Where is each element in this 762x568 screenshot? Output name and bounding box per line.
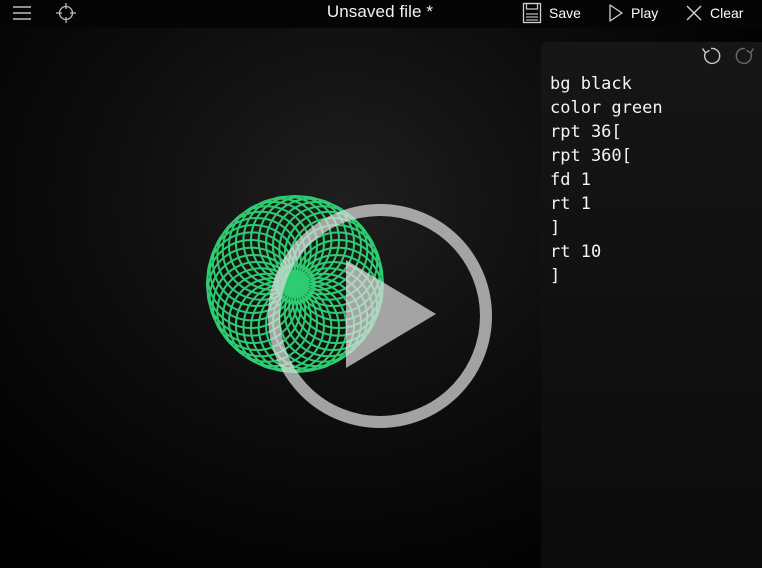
code-line: rt 10 (550, 242, 602, 262)
file-title: Unsaved file * (326, 2, 434, 21)
code-line: fd 1 (550, 170, 591, 190)
code-line: rpt 360[ (550, 146, 632, 166)
undo-button[interactable] (699, 44, 723, 68)
close-icon (686, 5, 702, 21)
play-label: Play (631, 5, 659, 21)
code-line: color green (550, 98, 663, 118)
clear-label: Clear (710, 5, 744, 21)
save-label: Save (549, 5, 581, 21)
save-icon (522, 2, 542, 24)
crosshair-target-icon (56, 3, 76, 23)
save-button[interactable]: Save (522, 0, 581, 26)
top-toolbar: Unsaved file * Save Play Clear (0, 0, 762, 28)
code-line: rt 1 (550, 194, 591, 214)
redo-button[interactable] (733, 44, 757, 68)
hamburger-menu-icon (13, 6, 31, 20)
redo-icon (735, 47, 755, 65)
code-line: ] (550, 266, 561, 286)
undo-icon (701, 47, 721, 65)
clear-button[interactable]: Clear (685, 0, 743, 26)
play-circle-icon[interactable] (266, 202, 494, 430)
code-editor[interactable]: bg black color green rpt 36[ rpt 360[ fd… (550, 72, 755, 552)
center-turtle-button[interactable] (52, 0, 80, 26)
code-panel: bg black color green rpt 36[ rpt 360[ fd… (541, 42, 762, 568)
play-icon (609, 4, 623, 22)
code-line: rpt 36[ (550, 122, 622, 142)
app-window: Unsaved file * Save Play Clear bg black … (0, 0, 762, 568)
code-line: ] (550, 218, 561, 238)
play-button[interactable]: Play (608, 0, 658, 26)
menu-button[interactable] (8, 0, 36, 26)
code-line: bg black (550, 74, 632, 94)
